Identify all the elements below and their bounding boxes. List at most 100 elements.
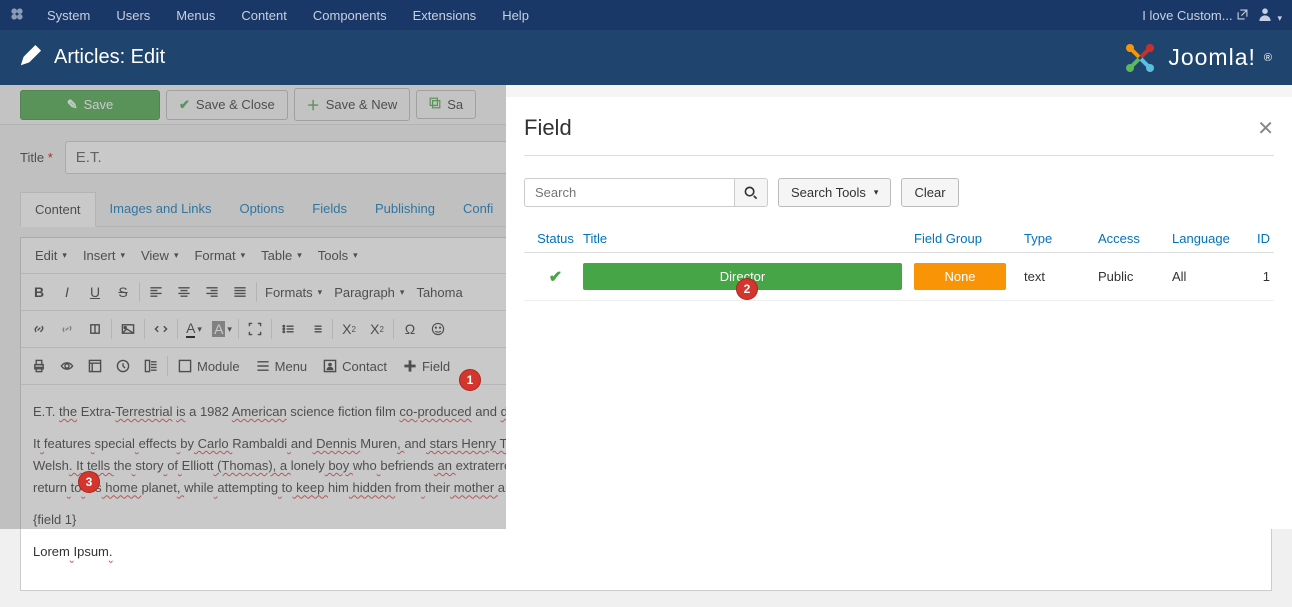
page-title: Articles: Edit (54, 46, 165, 69)
col-id[interactable]: ID (1246, 231, 1270, 246)
search-input[interactable] (524, 178, 734, 207)
col-status[interactable]: Status (528, 231, 583, 246)
italic-icon[interactable]: I (53, 278, 81, 306)
link-icon[interactable] (25, 315, 53, 343)
status-published-icon: ✔ (549, 269, 562, 286)
col-lang[interactable]: Language (1172, 231, 1246, 246)
menu-menus[interactable]: Menus (163, 8, 228, 23)
col-access[interactable]: Access (1098, 231, 1172, 246)
step-badge-1: 1 (459, 369, 481, 391)
save-new-button[interactable]: ＋ Save & New (294, 88, 411, 121)
save-close-button[interactable]: ✔ Save & Close (166, 90, 288, 120)
pencil-icon (20, 44, 42, 72)
col-group[interactable]: Field Group (914, 231, 1024, 246)
bold-icon[interactable]: B (25, 278, 53, 306)
check-icon: ✔ (179, 97, 190, 113)
step-badge-3: 3 (78, 471, 100, 493)
ed-menu-edit[interactable]: Edit▾ (29, 244, 73, 267)
clear-button[interactable]: Clear (901, 178, 958, 207)
field-group-pill[interactable]: None (914, 263, 1006, 290)
modal-title: Field (524, 115, 572, 141)
blockquote-icon[interactable] (137, 352, 165, 380)
save-button[interactable]: ✎ Save (20, 90, 160, 120)
col-type[interactable]: Type (1024, 231, 1098, 246)
menu-content[interactable]: Content (228, 8, 300, 23)
tab-options[interactable]: Options (225, 192, 298, 226)
unlink-icon[interactable] (53, 315, 81, 343)
body-p4: Lorem Ipsum. (33, 541, 1259, 563)
ed-menu-tools[interactable]: Tools▾ (312, 244, 364, 267)
align-justify-icon[interactable] (226, 278, 254, 306)
bg-color-icon[interactable]: A▾ (208, 315, 236, 343)
menu-extensions[interactable]: Extensions (400, 8, 490, 23)
cell-id: 1 (1246, 269, 1270, 284)
anchor-icon[interactable] (81, 315, 109, 343)
number-list-icon[interactable] (302, 315, 330, 343)
menu-components[interactable]: Components (300, 8, 400, 23)
specialchar-icon[interactable]: Ω (396, 315, 424, 343)
menu-help[interactable]: Help (489, 8, 542, 23)
brand-area: Joomla! ® (1120, 38, 1272, 78)
template-icon[interactable] (81, 352, 109, 380)
joomla-logo-icon (1120, 38, 1160, 78)
close-icon[interactable]: ✕ (1257, 116, 1274, 141)
table-row: ✔ Director None text Public All 1 (524, 253, 1274, 301)
search-icon (744, 186, 758, 200)
insert-field-button[interactable]: Field (395, 355, 458, 378)
ed-menu-format[interactable]: Format▾ (188, 244, 251, 267)
emoji-icon[interactable] (424, 315, 452, 343)
cell-language: All (1172, 269, 1246, 284)
menu-system[interactable]: System (34, 8, 103, 23)
align-right-icon[interactable] (198, 278, 226, 306)
apply-icon: ✎ (67, 97, 78, 113)
subscript-icon[interactable]: X2 (335, 315, 363, 343)
col-title[interactable]: Title (583, 231, 914, 246)
save-copy-button[interactable]: Sa (416, 90, 476, 119)
align-center-icon[interactable] (170, 278, 198, 306)
caret-down-icon: ▾ (1277, 13, 1282, 23)
admin-topbar: System Users Menus Content Components Ex… (0, 0, 1292, 30)
ed-menu-table[interactable]: Table▾ (255, 244, 308, 267)
block-select[interactable]: Paragraph▾ (328, 282, 410, 303)
ed-menu-insert[interactable]: Insert▾ (77, 244, 131, 267)
search-tools-button[interactable]: Search Tools▾ (778, 178, 891, 207)
preview-icon[interactable] (53, 352, 81, 380)
ed-menu-view[interactable]: View▾ (135, 244, 184, 267)
fullscreen-icon[interactable] (241, 315, 269, 343)
underline-icon[interactable]: U (81, 278, 109, 306)
font-select[interactable]: Tahoma (410, 282, 468, 303)
menu-users[interactable]: Users (103, 8, 163, 23)
formats-select[interactable]: Formats▾ (259, 282, 328, 303)
superscript-icon[interactable]: X2 (363, 315, 391, 343)
tab-publishing[interactable]: Publishing (361, 192, 449, 226)
insert-module-button[interactable]: Module (170, 355, 248, 378)
align-left-icon[interactable] (142, 278, 170, 306)
insert-menu-button[interactable]: Menu (248, 355, 316, 378)
frontend-link[interactable]: I love Custom... (1142, 8, 1247, 23)
save-new-label: Save & New (326, 97, 398, 112)
external-link-icon (1237, 8, 1248, 23)
title-label: Title * (20, 150, 53, 165)
save-copy-label: Sa (447, 97, 463, 112)
plus-icon: ＋ (307, 95, 320, 114)
tab-content[interactable]: Content (20, 192, 96, 227)
table-header: Status Title Field Group Type Access Lan… (524, 225, 1274, 253)
bullet-list-icon[interactable] (274, 315, 302, 343)
reg-mark: ® (1264, 52, 1272, 64)
image-icon[interactable] (114, 315, 142, 343)
cell-access: Public (1098, 269, 1172, 284)
tab-config[interactable]: Confi (449, 192, 507, 226)
code-icon[interactable] (147, 315, 175, 343)
print-icon[interactable] (25, 352, 53, 380)
user-menu[interactable]: ▾ (1258, 7, 1282, 24)
tab-fields[interactable]: Fields (298, 192, 361, 226)
brand-text: Joomla! (1168, 44, 1256, 71)
tab-images[interactable]: Images and Links (96, 192, 226, 226)
strike-icon[interactable]: S (109, 278, 137, 306)
insert-contact-button[interactable]: Contact (315, 355, 395, 378)
copy-icon (429, 97, 441, 112)
cell-type: text (1024, 269, 1098, 284)
text-color-icon[interactable]: A▾ (180, 315, 208, 343)
date-icon[interactable] (109, 352, 137, 380)
search-button[interactable] (734, 178, 768, 207)
